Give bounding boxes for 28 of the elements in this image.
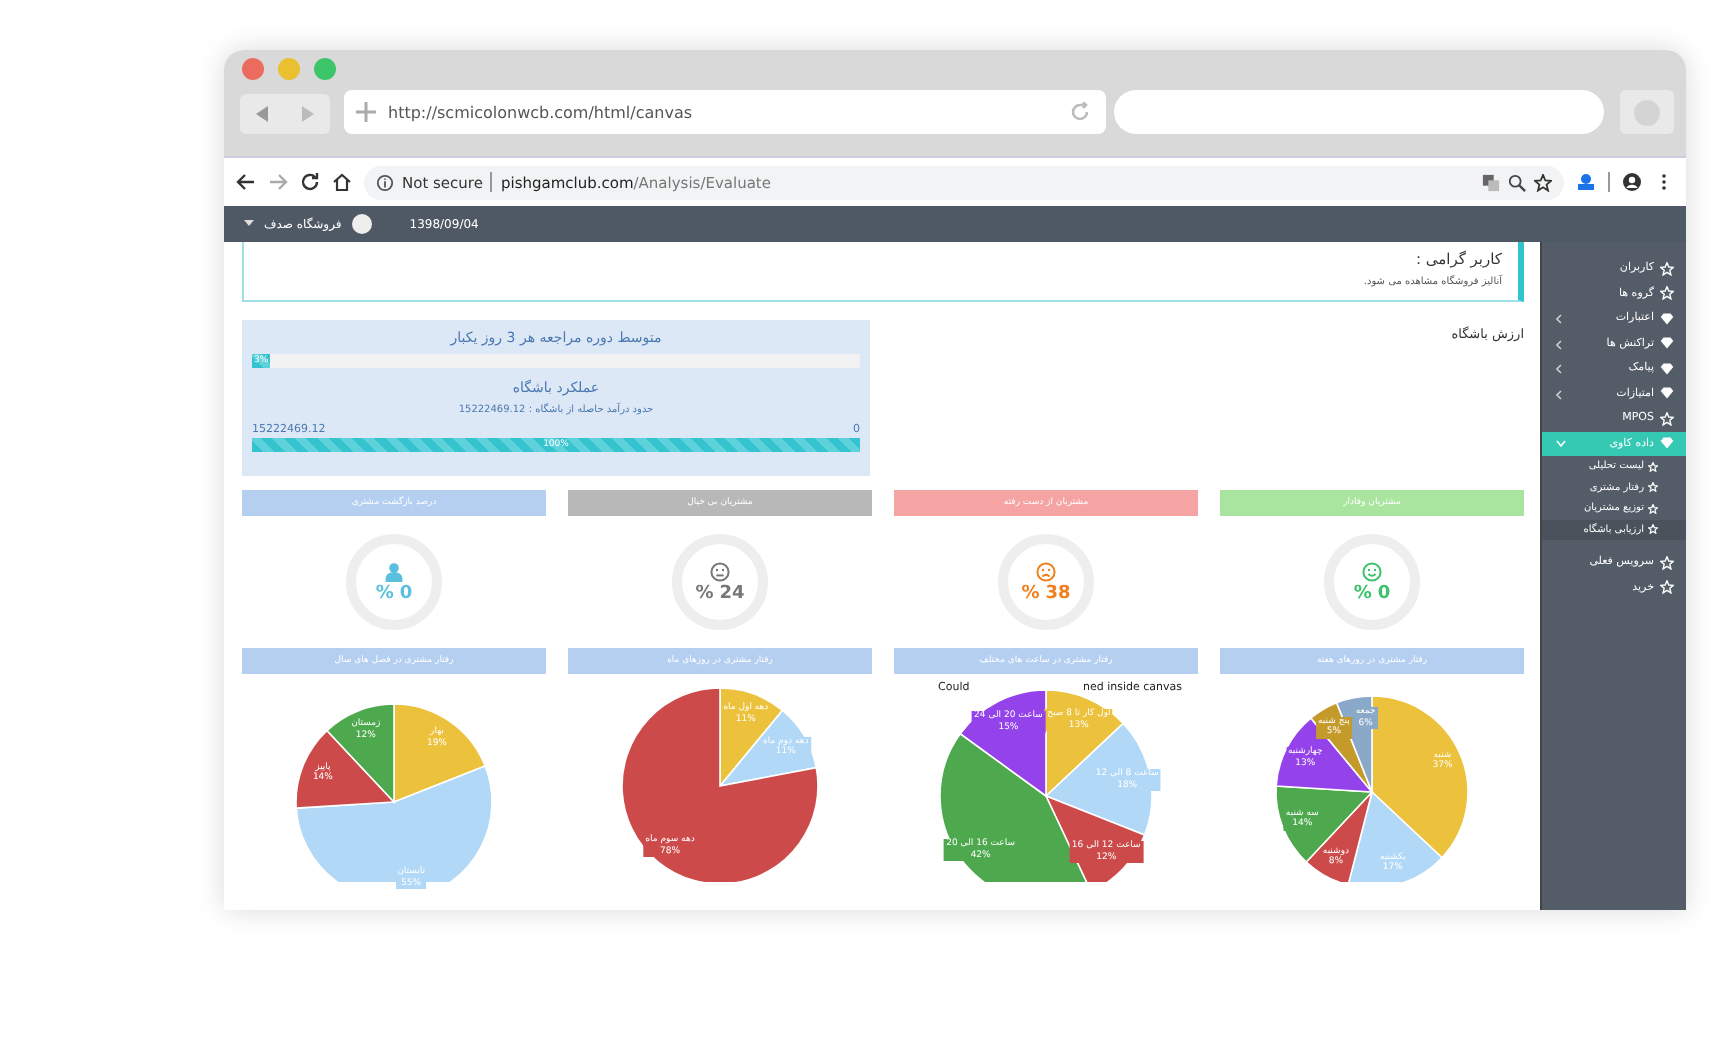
reload-icon[interactable] <box>300 172 320 192</box>
search-field[interactable] <box>1114 90 1604 134</box>
person-icon <box>384 561 404 581</box>
info-icon[interactable] <box>376 173 394 191</box>
translate-icon[interactable] <box>1482 173 1500 191</box>
smiley-face-icon <box>1362 561 1382 581</box>
chevron-left-icon[interactable] <box>1556 389 1562 399</box>
stat-unit: % <box>375 583 394 603</box>
caret-icon[interactable] <box>244 220 254 228</box>
chevron-left-icon[interactable] <box>1556 314 1562 324</box>
stat-value: 0 <box>1377 583 1391 603</box>
chevron-left-icon[interactable] <box>1556 364 1562 374</box>
avatar-icon[interactable] <box>351 214 372 234</box>
chevron-left-icon[interactable] <box>1556 339 1562 349</box>
sad-face-icon <box>1036 561 1056 581</box>
star-icon[interactable] <box>1534 173 1552 191</box>
stat-unit: % <box>1353 583 1372 603</box>
stat-unit: % <box>1021 583 1040 603</box>
stat-unit: % <box>695 583 714 603</box>
zoom-icon[interactable] <box>1508 173 1526 191</box>
stat-value: 38 <box>1045 583 1071 603</box>
back-icon[interactable] <box>236 172 256 192</box>
extension-icon[interactable] <box>1576 172 1596 192</box>
neutral-face-icon <box>710 561 730 581</box>
stat-value: 24 <box>719 583 745 603</box>
stat-value: 0 <box>399 583 413 603</box>
home-icon[interactable] <box>332 172 352 192</box>
account-icon[interactable] <box>1622 172 1642 192</box>
